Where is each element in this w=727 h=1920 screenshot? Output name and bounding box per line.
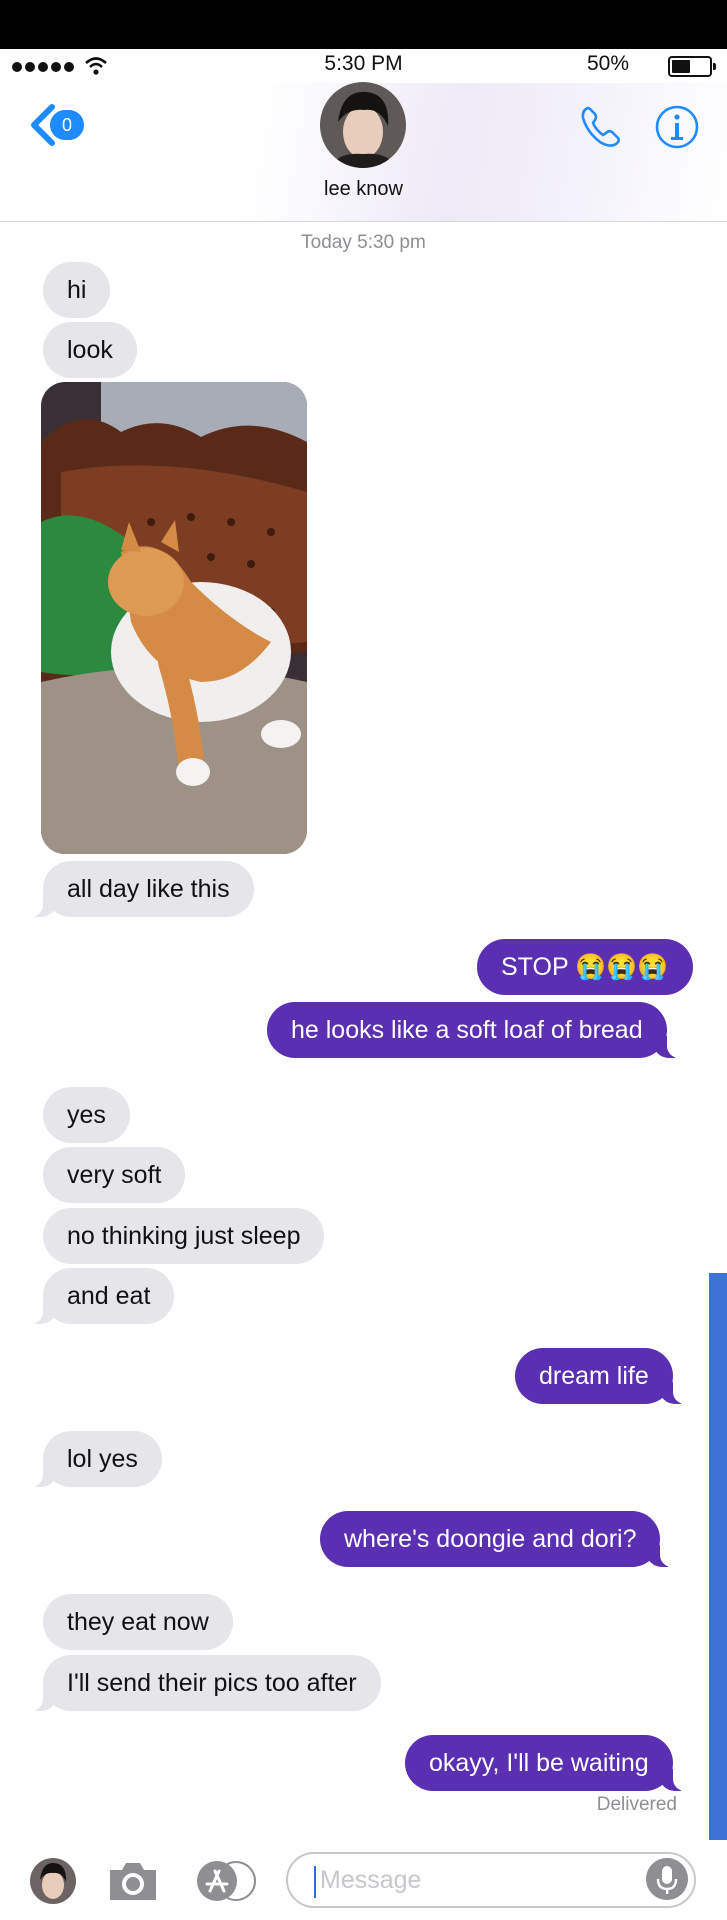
message-bubble-outgoing[interactable]: he looks like a soft loaf of bread	[267, 1002, 687, 1058]
message-bubble-incoming[interactable]: I'll send their pics too after	[23, 1655, 381, 1711]
text-cursor	[314, 1866, 316, 1898]
message-bubble-incoming[interactable]: no thinking just sleep	[43, 1208, 325, 1264]
camera-icon[interactable]	[106, 1858, 160, 1904]
conversation-timestamp: Today 5:30 pm	[301, 232, 426, 253]
info-icon[interactable]	[654, 104, 700, 150]
delivered-status: Delivered	[596, 1794, 677, 1815]
message-bubble-outgoing[interactable]: where's doongie and dori?	[320, 1511, 681, 1567]
message-bubble-outgoing[interactable]: okayy, I'll be waiting	[405, 1735, 693, 1791]
top-black-band	[0, 0, 727, 49]
app-store-icon[interactable]	[196, 1860, 258, 1902]
message-bubble-incoming[interactable]: very soft	[43, 1147, 186, 1203]
scrollbar[interactable]	[709, 1273, 727, 1843]
message-bubble-incoming[interactable]: yes	[43, 1087, 130, 1143]
contact-name[interactable]: lee know	[0, 178, 727, 201]
message-input[interactable]: Message	[286, 1852, 696, 1908]
message-bubble-outgoing[interactable]: dream life	[515, 1348, 693, 1404]
cat-photo[interactable]	[41, 382, 307, 854]
phone-icon[interactable]	[578, 104, 624, 150]
message-bubble-incoming[interactable]: they eat now	[43, 1594, 233, 1650]
message-bubble-incoming[interactable]: all day like this	[23, 861, 254, 917]
message-placeholder: Message	[320, 1866, 422, 1894]
unread-badge[interactable]: 0	[50, 110, 84, 140]
memoji-avatar[interactable]	[30, 1858, 76, 1904]
microphone-icon[interactable]	[646, 1858, 688, 1900]
message-bubble-outgoing[interactable]: STOP 😭😭😭	[477, 939, 693, 995]
battery-percent: 50%	[586, 52, 629, 75]
battery-icon	[668, 56, 716, 77]
contact-avatar[interactable]	[320, 82, 406, 168]
message-bubble-incoming[interactable]: hi	[43, 262, 111, 318]
message-bubble-incoming[interactable]: lol yes	[23, 1431, 162, 1487]
message-bubble-incoming[interactable]: look	[43, 322, 137, 378]
message-bubble-incoming[interactable]: and eat	[22, 1268, 175, 1324]
